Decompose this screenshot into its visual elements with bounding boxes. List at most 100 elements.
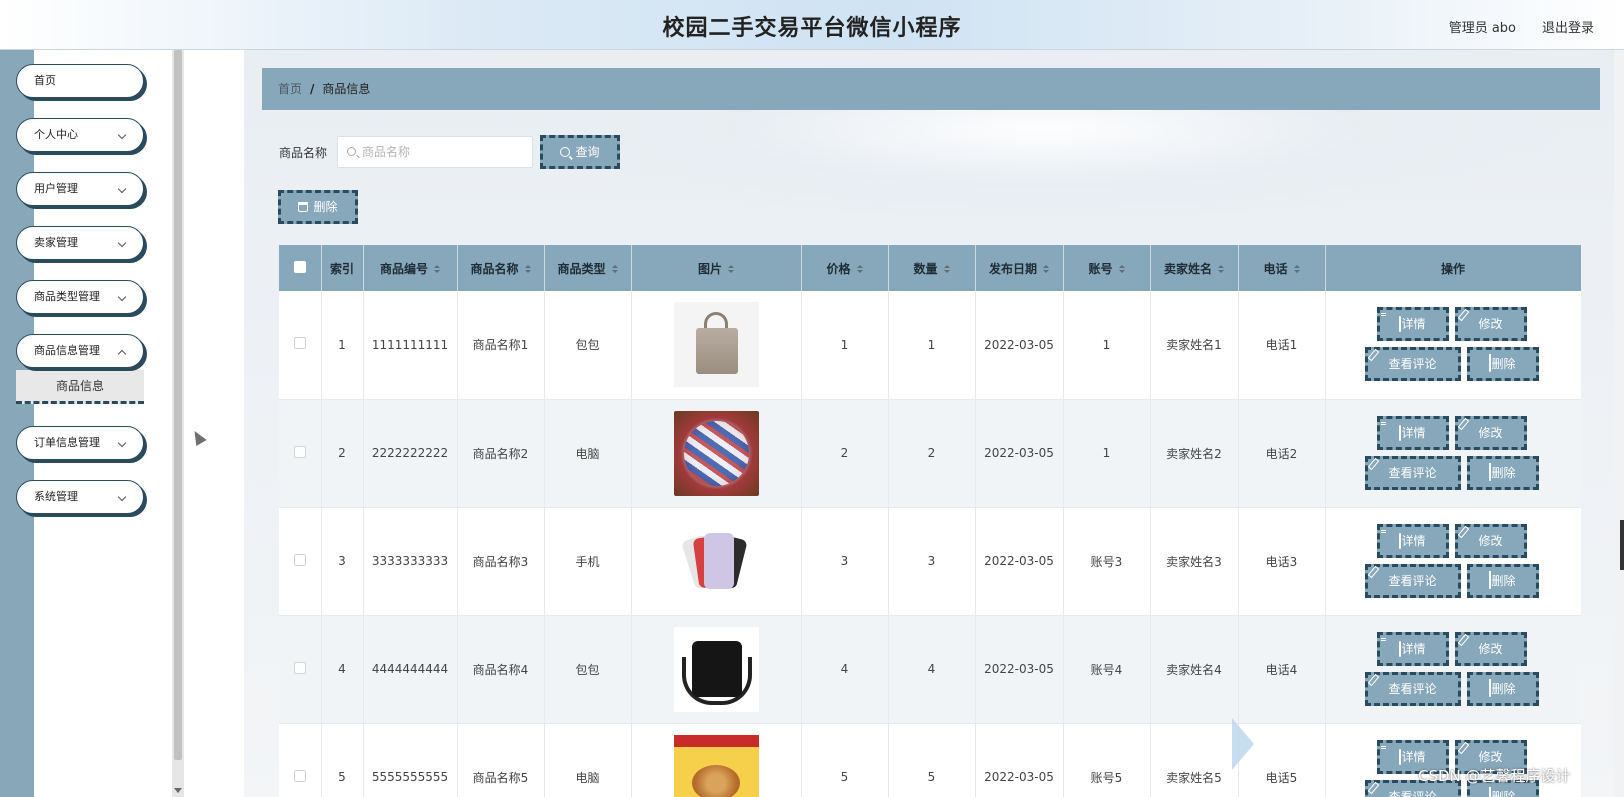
- sidebar-item-product-types[interactable]: 商品类型管理: [16, 280, 144, 314]
- header-label: 账号: [1088, 261, 1113, 276]
- chevron-down-icon: [117, 130, 127, 140]
- view-comments-button[interactable]: 查看评论: [1364, 563, 1461, 598]
- sidebar-item-product-info[interactable]: 商品信息管理: [16, 334, 144, 368]
- edit-button[interactable]: 修改: [1454, 631, 1527, 666]
- search-input[interactable]: [362, 137, 530, 167]
- row-checkbox[interactable]: [293, 661, 306, 674]
- delete-label: 删除: [1491, 681, 1516, 696]
- query-button[interactable]: 查询: [540, 135, 620, 169]
- cell-price: 2: [801, 399, 889, 508]
- view-comments-button[interactable]: 查看评论: [1364, 671, 1461, 706]
- delete-button[interactable]: 删除: [1466, 347, 1539, 381]
- edit-label: 修改: [1478, 317, 1503, 331]
- sort-icon[interactable]: [434, 264, 440, 274]
- cell-seller: 卖家姓名2: [1150, 399, 1239, 508]
- header-label: 商品名称: [470, 261, 519, 276]
- search-box[interactable]: [337, 136, 533, 168]
- sidebar-item-sellers[interactable]: 卖家管理: [16, 226, 144, 260]
- chevron-down-icon: [117, 292, 127, 302]
- row-select[interactable]: [279, 615, 322, 724]
- sidebar-scrollbar[interactable]: [172, 50, 184, 797]
- delete-label: 删除: [1491, 573, 1516, 588]
- cell-type: 电脑: [544, 723, 632, 797]
- header-account[interactable]: 账号: [1063, 245, 1151, 291]
- detail-button[interactable]: 详情: [1376, 307, 1449, 341]
- header-phone[interactable]: 电话: [1238, 245, 1326, 291]
- select-all-checkbox[interactable]: [293, 260, 306, 273]
- view-comments-button[interactable]: 查看评论: [1364, 455, 1461, 490]
- header-qty[interactable]: 数量: [888, 245, 976, 291]
- sort-icon[interactable]: [856, 264, 863, 274]
- row-select[interactable]: [279, 399, 322, 508]
- cell-index: 3: [321, 507, 364, 616]
- cell-code: 1111111111: [363, 291, 458, 400]
- sidebar-item-system[interactable]: 系统管理: [16, 480, 144, 514]
- comments-label: 查看评论: [1388, 681, 1437, 696]
- scroll-down-arrow-icon[interactable]: [174, 788, 182, 793]
- batch-delete-button[interactable]: 删除: [278, 190, 358, 224]
- cell-image: [631, 291, 802, 400]
- row-checkbox[interactable]: [293, 769, 306, 782]
- sort-icon[interactable]: [524, 264, 531, 274]
- sidebar-item-orders[interactable]: 订单信息管理: [16, 426, 144, 460]
- header-label: 图片: [697, 261, 722, 276]
- header-image[interactable]: 图片: [631, 245, 802, 291]
- row-checkbox[interactable]: [293, 553, 306, 566]
- row-checkbox[interactable]: [293, 337, 306, 350]
- sort-icon[interactable]: [1218, 264, 1224, 274]
- sidebar-subitem-product-info[interactable]: 商品信息: [16, 370, 144, 404]
- breadcrumb-home[interactable]: 首页: [278, 82, 302, 96]
- header-seller[interactable]: 卖家姓名: [1150, 245, 1239, 291]
- delete-button[interactable]: 删除: [1466, 455, 1539, 490]
- cell-price: 1: [801, 291, 889, 400]
- edit-button[interactable]: 修改: [1454, 523, 1527, 558]
- header-name[interactable]: 商品名称: [457, 245, 545, 291]
- sort-icon[interactable]: [943, 264, 950, 274]
- detail-button[interactable]: 详情: [1376, 523, 1449, 558]
- query-button-label: 查询: [575, 145, 600, 159]
- app-title: 校园二手交易平台微信小程序: [662, 16, 962, 41]
- cell-actions: 详情 修改 查看评论 删除: [1325, 615, 1581, 724]
- table-row: 3 3333333333 商品名称3 手机 3 3 2022-03-05 账号3…: [279, 507, 1581, 616]
- header-type[interactable]: 商品类型: [544, 245, 632, 291]
- search-icon: [560, 147, 571, 157]
- cell-seller: 卖家姓名1: [1150, 291, 1239, 400]
- page-scrollbar-thumb[interactable]: [1620, 520, 1624, 570]
- table-row: 5 5555555555 商品名称5 电脑 5 5 2022-03-05 账号5…: [279, 723, 1581, 797]
- row-select[interactable]: [279, 723, 322, 797]
- cell-name: 商品名称2: [457, 399, 545, 508]
- view-comments-button[interactable]: 查看评论: [1364, 347, 1461, 381]
- sidebar-item-profile[interactable]: 个人中心: [16, 118, 144, 152]
- detail-button[interactable]: 详情: [1376, 415, 1449, 450]
- delete-button[interactable]: 删除: [1466, 563, 1539, 598]
- row-checkbox[interactable]: [293, 445, 306, 458]
- logout-link[interactable]: 退出登录: [1542, 17, 1594, 36]
- sidebar-item-home[interactable]: 首页: [16, 64, 144, 98]
- sort-icon[interactable]: [1118, 264, 1125, 274]
- cell-seller: 卖家姓名4: [1150, 615, 1239, 724]
- sidebar-item-users[interactable]: 用户管理: [16, 172, 144, 206]
- sort-icon[interactable]: [611, 264, 618, 274]
- delete-button[interactable]: 删除: [1466, 671, 1539, 706]
- sort-icon[interactable]: [1043, 264, 1049, 274]
- header-date[interactable]: 发布日期: [975, 245, 1064, 291]
- cell-image: [631, 399, 802, 508]
- row-select[interactable]: [279, 291, 322, 400]
- cell-date: 2022-03-05: [975, 399, 1064, 508]
- header-price[interactable]: 价格: [801, 245, 889, 291]
- header-code[interactable]: 商品编号: [363, 245, 458, 291]
- comments-label: 查看评论: [1388, 573, 1437, 588]
- cell-code: 5555555555: [363, 723, 458, 797]
- row-select[interactable]: [279, 507, 322, 616]
- sidebar-item-label: 商品类型管理: [34, 290, 100, 303]
- edit-button[interactable]: 修改: [1454, 307, 1527, 341]
- detail-button[interactable]: 详情: [1376, 631, 1449, 666]
- sort-icon[interactable]: [1293, 264, 1300, 274]
- cell-date: 2022-03-05: [975, 291, 1064, 400]
- sort-icon[interactable]: [728, 264, 734, 274]
- sidebar-scrollbar-thumb[interactable]: [174, 50, 182, 760]
- header-select-all[interactable]: [279, 245, 322, 291]
- edit-button[interactable]: 修改: [1454, 415, 1527, 450]
- cell-type: 手机: [544, 507, 632, 616]
- page-scrollbar[interactable]: [1614, 50, 1624, 797]
